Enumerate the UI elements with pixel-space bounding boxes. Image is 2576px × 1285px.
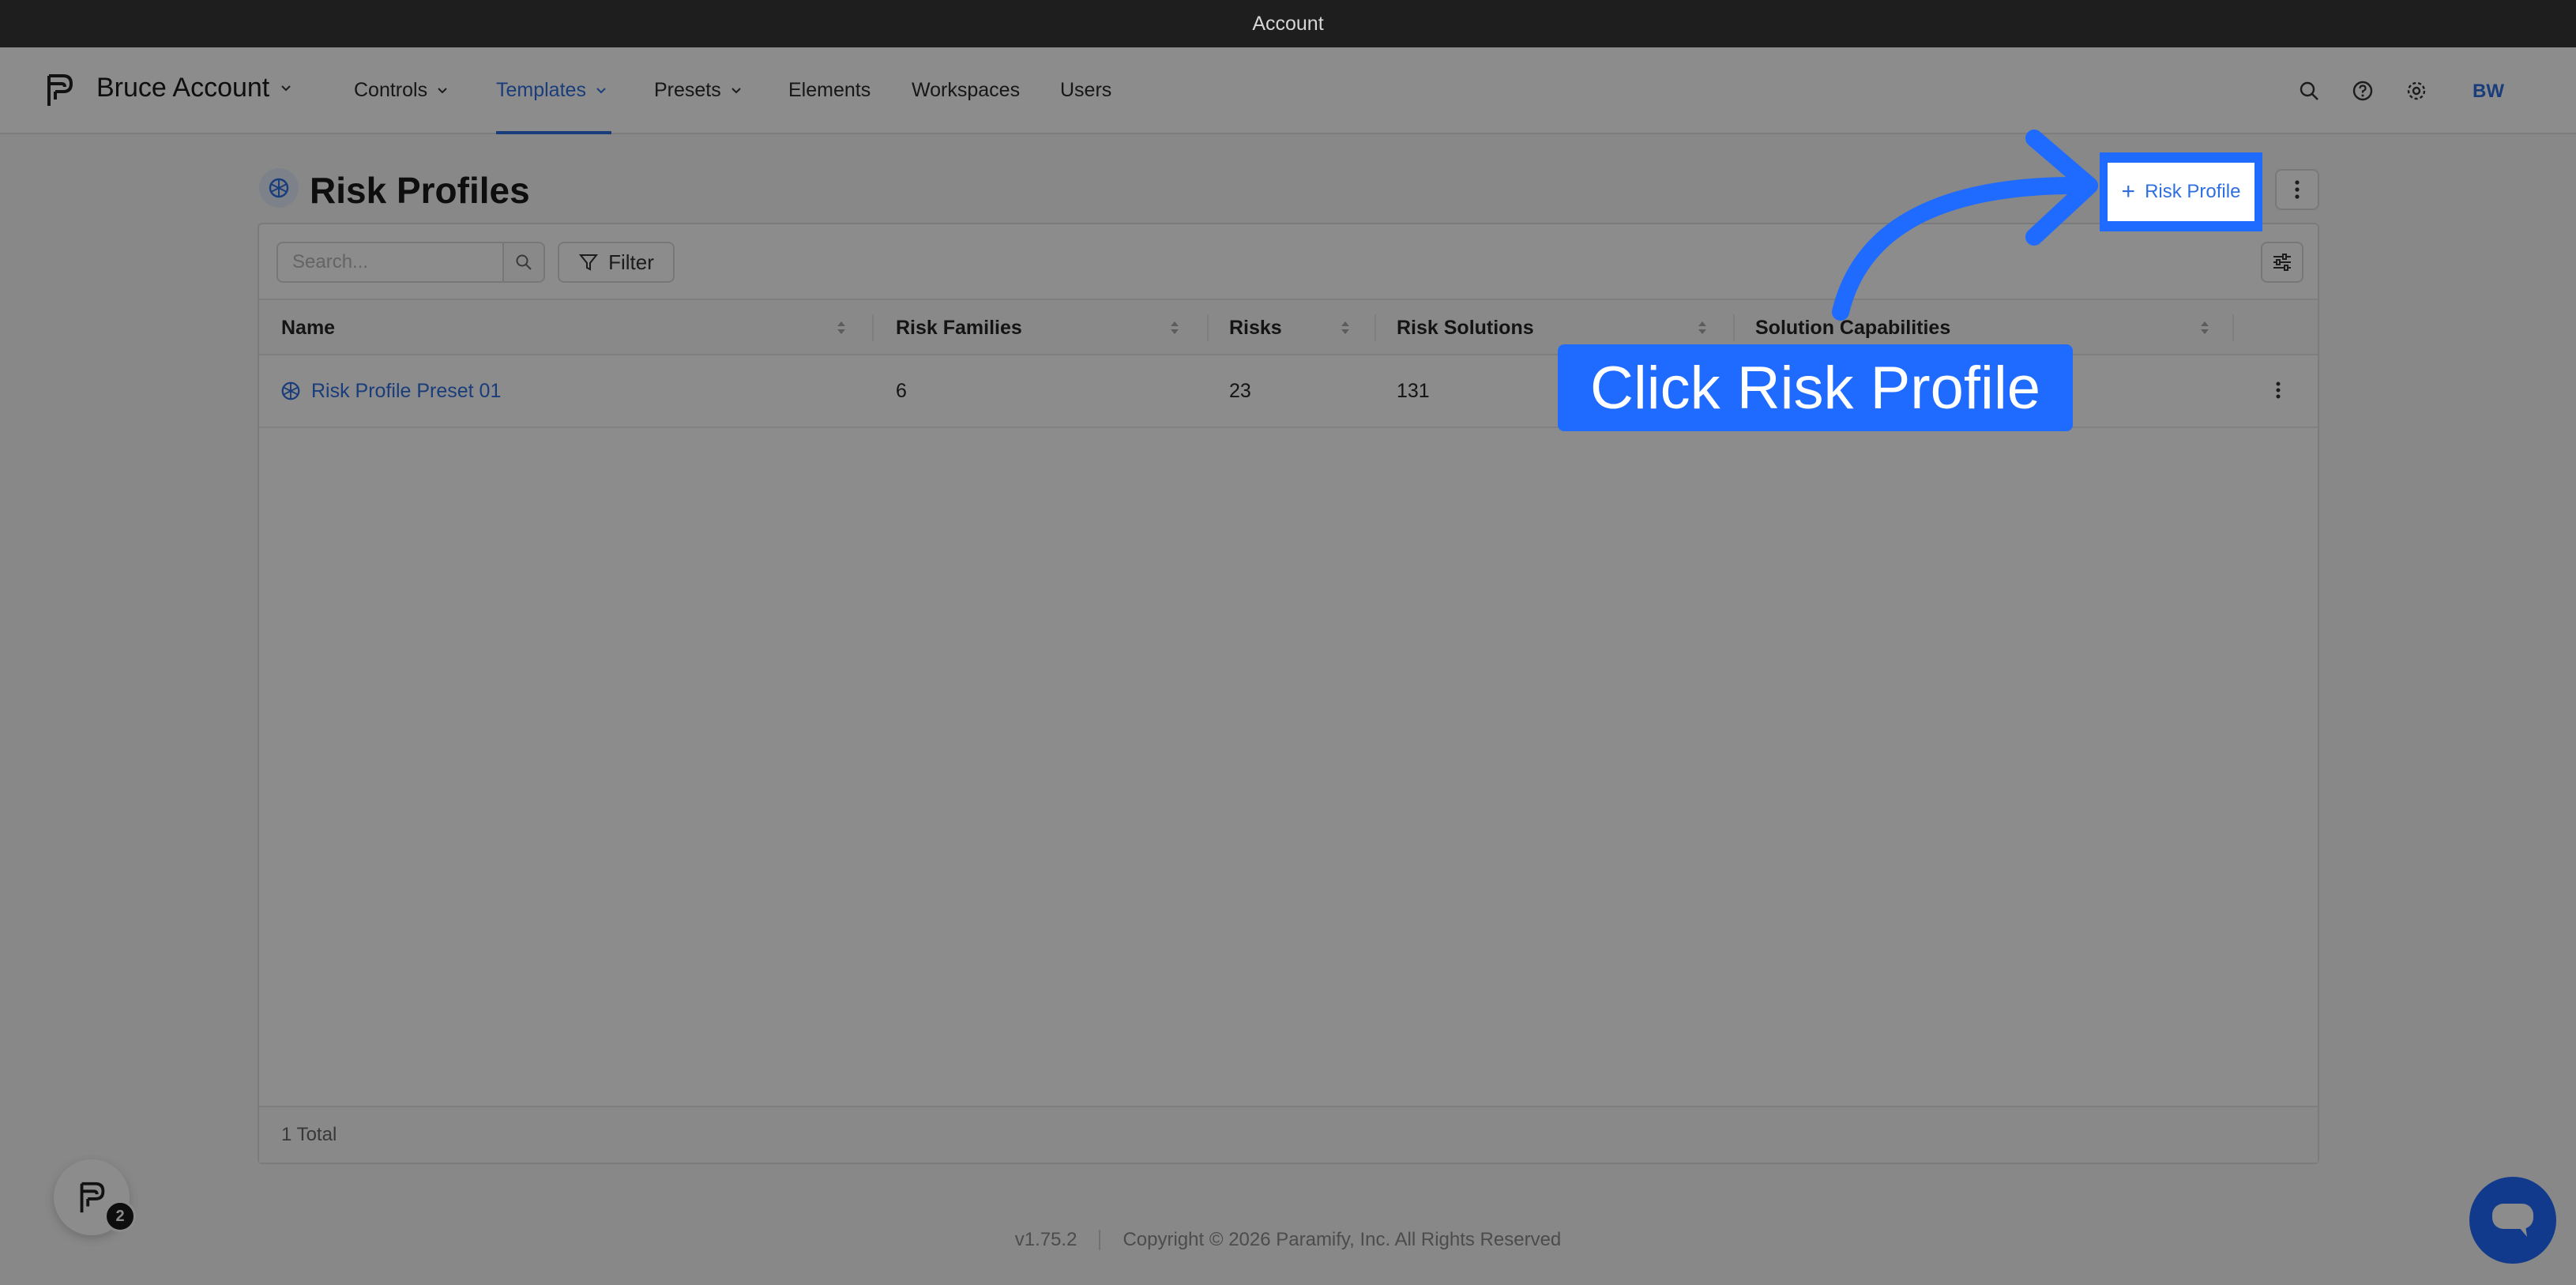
column-header-label: Risk Families: [896, 316, 1022, 339]
nav-item-workspaces[interactable]: Workspaces: [912, 79, 1020, 102]
nav-item-label: Workspaces: [912, 79, 1021, 101]
risk-profile-link[interactable]: Risk Profile Preset 01: [280, 355, 501, 426]
search-icon: [516, 254, 532, 270]
column-header-risks[interactable]: Risks: [1229, 300, 1282, 355]
column-separator: [1207, 314, 1209, 341]
active-tab-indicator: [496, 131, 611, 134]
search-button[interactable]: [502, 242, 545, 283]
nav-item-elements[interactable]: Elements: [788, 79, 871, 102]
filter-icon: [579, 254, 599, 271]
window-title: Account: [1252, 12, 1324, 35]
add-risk-profile-label: Risk Profile: [2145, 181, 2241, 202]
tutorial-arrow-icon: [1832, 130, 2098, 321]
sort-icon[interactable]: [1169, 319, 1180, 336]
gear-icon[interactable]: [2405, 79, 2428, 103]
help-icon[interactable]: [2351, 79, 2375, 103]
nav-item-label: Presets: [654, 79, 721, 101]
cell-risk-families: 6: [896, 379, 907, 402]
nav-item-label: Controls: [354, 79, 428, 101]
footer-divider: [1099, 1230, 1101, 1250]
app-version: v1.75.2: [1014, 1229, 1077, 1250]
nav-item-presets[interactable]: Presets: [654, 79, 742, 102]
more-vertical-icon: [2295, 180, 2300, 199]
risk-profile-name: Risk Profile Preset 01: [311, 379, 502, 402]
column-header-label: Risk Solutions: [1397, 316, 1534, 339]
tutorial-callout: Click Risk Profile: [1558, 344, 2073, 431]
highlighted-add-risk-profile-button[interactable]: + Risk Profile: [2100, 152, 2262, 231]
sort-icon[interactable]: [1340, 319, 1351, 336]
copyright-text: Copyright © 2026 Paramify, Inc. All Righ…: [1123, 1229, 1562, 1250]
user-avatar[interactable]: BW: [2473, 81, 2504, 103]
chevron-down-icon: [438, 87, 447, 93]
column-separator: [872, 314, 874, 341]
filter-label: Filter: [608, 250, 654, 274]
filter-button[interactable]: Filter: [558, 242, 675, 283]
account-switcher[interactable]: Bruce Account: [96, 73, 291, 103]
column-header-risk-families[interactable]: Risk Families: [896, 300, 1022, 355]
chevron-down-icon: [596, 87, 606, 93]
total-count: 1 Total: [281, 1124, 337, 1145]
sort-icon[interactable]: [1697, 319, 1708, 336]
nav-item-label: Templates: [496, 79, 586, 101]
sliders-icon: [2273, 254, 2291, 271]
row-more-options-button[interactable]: [2262, 374, 2294, 406]
page-more-options-button[interactable]: [2275, 169, 2319, 210]
cell-risks: 23: [1229, 379, 1251, 402]
more-vertical-icon: [2276, 381, 2281, 399]
sort-icon[interactable]: [836, 319, 847, 336]
paramify-logo-icon: [80, 1182, 105, 1213]
risk-profile-icon: [259, 168, 299, 208]
chevron-down-icon: [281, 85, 291, 91]
chat-support-button[interactable]: [2469, 1177, 2556, 1264]
search-input[interactable]: [276, 242, 504, 283]
column-separator: [1374, 314, 1376, 341]
account-name: Bruce Account: [96, 73, 270, 103]
column-header-name[interactable]: Name: [281, 300, 335, 355]
nav-item-templates[interactable]: Templates: [496, 79, 607, 102]
plus-icon: +: [2121, 178, 2136, 205]
chat-bubble-icon: [2492, 1204, 2533, 1237]
paramify-logo-icon[interactable]: [44, 71, 74, 109]
nav-item-users[interactable]: Users: [1060, 79, 1111, 102]
page-title: Risk Profiles: [310, 170, 530, 211]
column-separator: [2232, 314, 2234, 341]
search-icon[interactable]: [2297, 79, 2321, 103]
chevron-down-icon: [731, 87, 741, 93]
nav-item-label: Elements: [788, 79, 871, 101]
column-settings-button[interactable]: [2261, 242, 2303, 283]
highlighted-add-risk-profile-inner[interactable]: + Risk Profile: [2108, 160, 2254, 224]
nav-item-controls[interactable]: Controls: [354, 79, 448, 102]
notification-badge: 2: [104, 1200, 136, 1232]
column-separator: [1733, 314, 1735, 341]
table-footer: 1 Total: [259, 1106, 2318, 1163]
top-navigation: Bruce Account Controls Templates Presets…: [0, 47, 2576, 134]
column-header-label: Name: [281, 316, 336, 339]
sort-icon[interactable]: [2199, 319, 2210, 336]
nav-item-label: Users: [1060, 79, 1112, 101]
cell-risk-solutions: 131: [1397, 379, 1430, 402]
window-title-bar: Account: [0, 0, 2576, 47]
risk-profile-glyph-icon: [269, 178, 289, 198]
risk-profile-icon: [281, 381, 300, 400]
column-header-label: Risks: [1229, 316, 1282, 339]
column-header-risk-solutions[interactable]: Risk Solutions: [1397, 300, 1534, 355]
user-initials: BW: [2473, 81, 2504, 102]
callout-text: Click Risk Profile: [1589, 354, 2041, 422]
page-footer: v1.75.2 Copyright © 2026 Paramify, Inc. …: [0, 1224, 2576, 1256]
